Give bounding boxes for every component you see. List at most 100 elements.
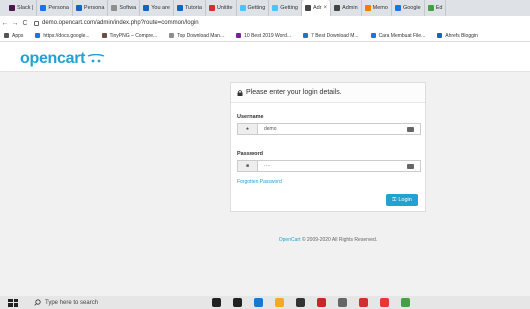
- search-placeholder: Type here to search: [45, 299, 99, 306]
- bookmark-favicon-icon: [370, 33, 376, 38]
- task-view-icon[interactable]: [233, 298, 242, 307]
- bookmark-favicon-icon: [4, 33, 9, 38]
- tab-label: Unitite: [216, 5, 233, 11]
- forward-button[interactable]: →: [10, 20, 20, 27]
- browser-tab[interactable]: Persona: [73, 0, 109, 16]
- opencart-link[interactable]: OpenCart: [279, 237, 301, 243]
- mail-icon[interactable]: [317, 298, 326, 307]
- login-button-label: Login: [398, 197, 412, 203]
- username-label: Username: [237, 114, 264, 120]
- tab-favicon-icon: [9, 5, 15, 11]
- tab-favicon-icon: [334, 5, 341, 11]
- close-tab-icon[interactable]: ×: [324, 5, 328, 11]
- browser-tab[interactable]: Adr ×: [301, 0, 332, 16]
- app2-icon[interactable]: [380, 298, 389, 307]
- browser-tab[interactable]: Admin: [331, 0, 362, 16]
- tab-favicon-icon: [427, 5, 434, 11]
- login-panel: Please enter your login details. Usernam…: [230, 82, 426, 212]
- user-icon: ♠: [238, 124, 258, 134]
- file-explorer-icon[interactable]: [275, 298, 284, 307]
- tab-favicon-icon: [394, 5, 401, 11]
- bookmark-favicon-icon: [303, 33, 309, 38]
- password-label: Password: [237, 151, 263, 157]
- app-icon[interactable]: [338, 298, 347, 307]
- taskbar-search[interactable]: Type here to search: [34, 299, 184, 306]
- edge-icon[interactable]: [254, 298, 263, 307]
- opencart-logo[interactable]: opencart: [20, 50, 85, 68]
- bookmark-label: Cara Membuat File...: [378, 32, 426, 39]
- bookmark-item[interactable]: 7 Best Download M...: [303, 33, 359, 39]
- browser-tab[interactable]: Softwa: [108, 0, 141, 16]
- browser-tab[interactable]: Ed: [425, 0, 447, 16]
- taskbar: Type here to search: [0, 296, 530, 309]
- url-text: demo.opencart.com/admin/index.php?route=…: [42, 20, 199, 26]
- browser-tab[interactable]: Google: [392, 0, 425, 16]
- tab-favicon-icon: [75, 5, 82, 11]
- bookmark-favicon-icon: [35, 33, 41, 38]
- reload-button[interactable]: C: [20, 20, 30, 27]
- tab-favicon-icon: [272, 5, 279, 11]
- store-icon[interactable]: [296, 298, 305, 307]
- url-field[interactable]: demo.opencart.com/admin/index.php?route=…: [34, 20, 199, 26]
- browser-tab-strip: Slack | Persona Persona Softwa You are Tutori…: [0, 0, 530, 16]
- username-value: demo: [264, 126, 277, 132]
- tab-favicon-icon: [239, 5, 246, 11]
- tab-label: Persona: [83, 5, 105, 11]
- lock-icon: [237, 89, 243, 96]
- tab-label: Persona: [48, 5, 69, 11]
- browser-tab[interactable]: Persona: [37, 0, 73, 16]
- username-field[interactable]: ♠ demo: [237, 123, 421, 135]
- opera-icon[interactable]: [359, 298, 368, 307]
- bookmark-favicon-icon: [101, 33, 107, 38]
- forgotten-password-link[interactable]: Forgotten Password: [237, 179, 282, 185]
- windows-start-icon[interactable]: [8, 298, 18, 307]
- browser-tab[interactable]: Tutoria: [174, 0, 206, 16]
- tab-label: Admin: [342, 5, 358, 11]
- cortana-icon[interactable]: [212, 298, 221, 307]
- bookmark-label: Top Download Man...: [177, 32, 225, 39]
- back-button[interactable]: ←: [0, 20, 10, 27]
- copyright: OpenCart © 2009-2020 All Rights Reserved…: [230, 237, 426, 243]
- tab-favicon-icon: [364, 5, 371, 11]
- lock-icon: ■: [238, 161, 258, 171]
- browser-tab[interactable]: Getting: [237, 0, 270, 16]
- browser-tab[interactable]: You are: [140, 0, 174, 16]
- bookmark-item[interactable]: Top Download Man...: [169, 33, 224, 39]
- browser-tab[interactable]: Getting: [269, 0, 302, 16]
- bookmark-favicon-icon: [169, 33, 175, 38]
- tab-favicon-icon: [111, 5, 118, 11]
- bookmark-item[interactable]: Apps: [4, 33, 23, 39]
- bookmark-label: Ahrefs Bloggin: [445, 32, 478, 39]
- taskbar-icons: [212, 298, 422, 307]
- login-panel-header: Please enter your login details.: [231, 83, 425, 103]
- chrome-icon[interactable]: [401, 298, 410, 307]
- bookmark-label: TinyPNG – Compre...: [109, 32, 158, 39]
- tab-label: Adr: [312, 5, 322, 11]
- bookmark-item[interactable]: https://docs.google...: [35, 33, 90, 39]
- bookmark-item[interactable]: Ahrefs Bloggin: [437, 33, 478, 39]
- login-heading: Please enter your login details.: [246, 89, 342, 96]
- password-field[interactable]: ■ ····: [237, 160, 421, 172]
- keyboard-icon: [407, 164, 414, 169]
- tab-label: Tutoria: [185, 5, 202, 11]
- bookmark-item[interactable]: 10 Best 2019 Word...: [236, 33, 291, 39]
- tab-label: Memo: [372, 5, 388, 11]
- tab-label: You are: [151, 5, 170, 11]
- tab-label: Slack |: [17, 5, 34, 11]
- bookmark-label: 10 Best 2019 Word...: [244, 32, 292, 39]
- login-button[interactable]: ⚿ Login: [386, 194, 418, 206]
- lock-icon: [34, 20, 39, 26]
- bookmark-favicon-icon: [236, 33, 242, 38]
- tab-label: Google: [402, 5, 421, 11]
- bookmark-label: 7 Best Download M...: [311, 32, 359, 39]
- bookmark-favicon-icon: [437, 33, 443, 38]
- bookmark-item[interactable]: Cara Membuat File...: [370, 32, 426, 39]
- bookmark-item[interactable]: TinyPNG – Compre...: [101, 32, 158, 39]
- tab-label: Softwa: [119, 5, 137, 11]
- copyright-text: © 2009-2020 All Rights Reserved.: [300, 237, 378, 243]
- browser-tab[interactable]: Unitite: [206, 0, 237, 16]
- key-icon: ⚿: [392, 196, 397, 203]
- browser-tab[interactable]: Slack |: [6, 0, 38, 16]
- tab-favicon-icon: [143, 5, 150, 11]
- browser-tab[interactable]: Memo: [362, 0, 392, 16]
